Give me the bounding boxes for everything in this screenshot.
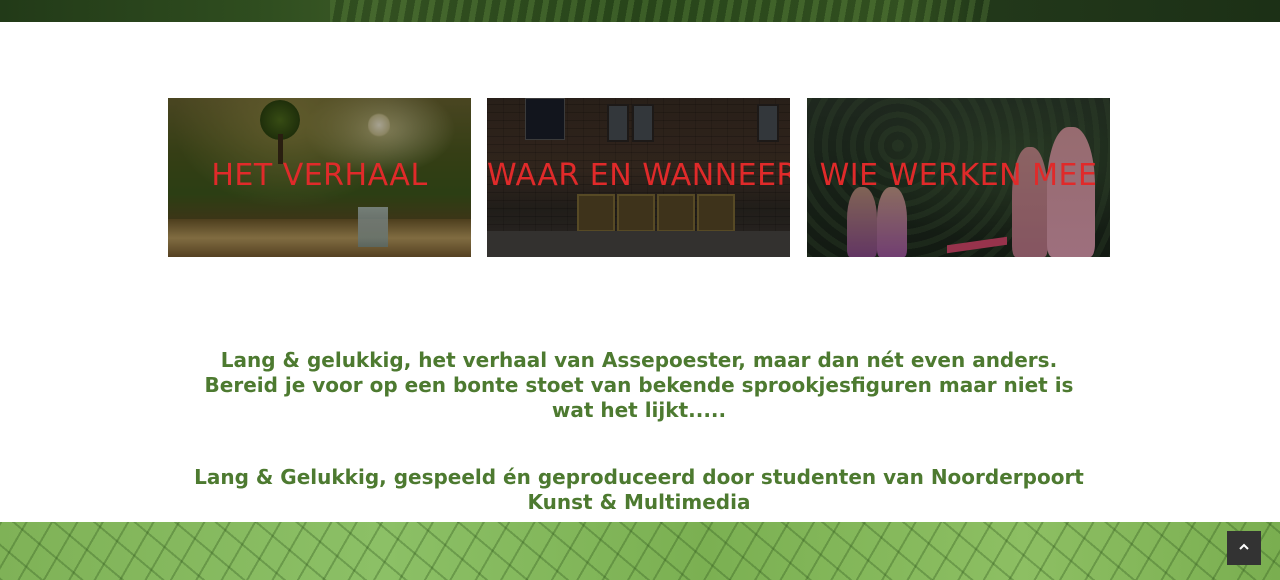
credits-text: Lang & Gelukkig, gespeeld én geproduceer…: [194, 465, 1084, 514]
tile-het-verhaal[interactable]: HET VERHAAL: [168, 98, 471, 257]
tile-wie-werken-mee[interactable]: WIE WERKEN MEE: [807, 98, 1110, 257]
chevron-up-icon: [1239, 543, 1249, 550]
tile-title[interactable]: WAAR EN WANNEER: [487, 156, 790, 196]
footer-background: [0, 522, 1280, 580]
tile-title[interactable]: HET VERHAAL: [168, 156, 471, 196]
intro-text: Lang & gelukkig, het verhaal van Assepoe…: [204, 348, 1074, 422]
feature-tiles: HET VERHAAL WAAR EN WANNEER WIE WERKEN M…: [168, 98, 1110, 257]
header-background-strip: [0, 0, 1280, 22]
tile-waar-en-wanneer[interactable]: WAAR EN WANNEER: [487, 98, 790, 257]
tile-title[interactable]: WIE WERKEN MEE: [807, 156, 1110, 196]
scroll-to-top-button[interactable]: [1227, 531, 1261, 565]
